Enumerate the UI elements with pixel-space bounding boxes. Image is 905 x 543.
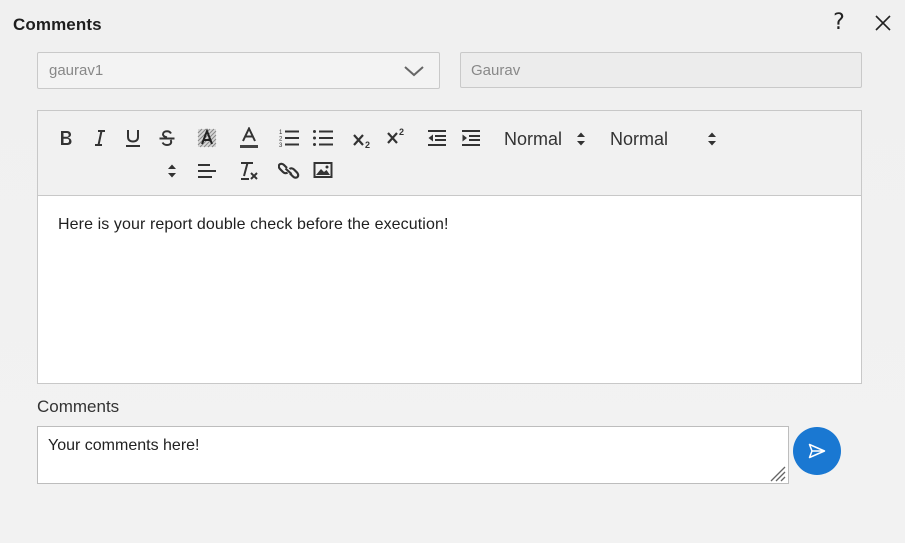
user-select[interactable]: gaurav1 [37, 52, 440, 89]
svg-text:2: 2 [279, 137, 283, 143]
link-button[interactable] [277, 159, 301, 183]
size-dropdown-value: Normal [610, 128, 669, 149]
comments-label: Comments [37, 397, 120, 416]
help-button[interactable]: ? [826, 10, 852, 36]
bold-icon [61, 131, 72, 145]
updown-arrows-icon [168, 164, 176, 178]
text-color-button[interactable] [237, 126, 261, 150]
font-dropdown-value: Normal [504, 128, 563, 149]
image-button[interactable] [311, 158, 335, 182]
send-button[interactable] [793, 427, 841, 475]
send-icon [808, 443, 826, 459]
size-dropdown[interactable]: Normal [610, 127, 718, 151]
svg-text:3: 3 [279, 143, 283, 148]
ordered-list-button[interactable]: 1 2 3 [277, 126, 301, 150]
rich-text-editor: 1 2 3 2 2 Normal Normal Here is your rep… [37, 110, 862, 384]
svg-text:1: 1 [279, 130, 283, 136]
align-dropdown-arrows[interactable] [164, 159, 180, 183]
ordered-list-icon: 1 2 3 [279, 130, 299, 148]
align-left-icon [198, 164, 216, 178]
underline-button[interactable] [121, 126, 145, 150]
chevron-down-icon [404, 66, 424, 77]
underline-icon [126, 130, 140, 147]
background-color-icon [197, 128, 217, 148]
text-color-icon [240, 127, 258, 148]
updown-arrows-icon [708, 132, 716, 146]
close-button[interactable] [870, 10, 896, 36]
outdent-icon [428, 130, 446, 146]
bold-button[interactable] [54, 126, 78, 150]
name-field: Gaurav [460, 52, 862, 88]
comments-input[interactable]: Your comments here! [37, 426, 789, 484]
superscript-icon: 2 [387, 127, 404, 144]
indent-icon [462, 130, 480, 146]
comments-dialog: Comments ? gaurav1 Gaurav 1 2 3 2 2 Norm… [0, 0, 905, 543]
svg-text:2: 2 [399, 127, 404, 137]
italic-icon [95, 130, 105, 146]
editor-content[interactable]: Here is your report double check before … [38, 196, 861, 254]
strikethrough-button[interactable] [155, 126, 179, 150]
subscript-icon: 2 [353, 134, 370, 149]
font-dropdown[interactable]: Normal [504, 127, 590, 151]
clear-formatting-icon [241, 162, 258, 180]
name-field-value: Gaurav [471, 61, 521, 79]
dialog-title: Comments [13, 15, 102, 34]
indent-button[interactable] [459, 126, 483, 150]
outdent-button[interactable] [425, 126, 449, 150]
italic-button[interactable] [88, 126, 112, 150]
link-icon [278, 162, 300, 179]
bullet-list-button[interactable] [311, 126, 335, 150]
close-icon [875, 15, 891, 31]
subscript-button[interactable]: 2 [351, 127, 375, 151]
image-icon [313, 162, 333, 178]
resize-grip-icon[interactable] [766, 462, 786, 482]
background-color-button[interactable] [195, 126, 219, 150]
help-icon: ? [833, 10, 845, 35]
align-button[interactable] [195, 159, 219, 183]
editor-toolbar: 1 2 3 2 2 Normal Normal [38, 111, 861, 196]
superscript-button[interactable]: 2 [385, 125, 409, 149]
bullet-list-icon [313, 130, 333, 146]
strikethrough-icon [159, 130, 175, 147]
clear-formatting-button[interactable] [237, 159, 261, 183]
user-select-value: gaurav1 [49, 62, 104, 79]
svg-text:2: 2 [365, 140, 370, 149]
updown-arrows-icon [577, 132, 585, 146]
